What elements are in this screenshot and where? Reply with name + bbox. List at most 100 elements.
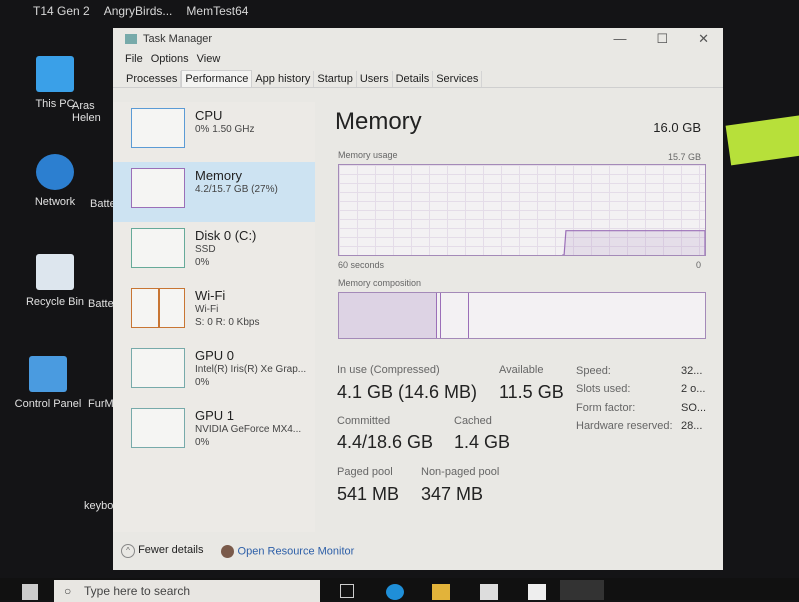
icon-label: Network <box>34 196 76 208</box>
item-detail: NVIDIA GeForce MX4... <box>195 424 302 435</box>
mail-icon[interactable] <box>528 584 546 600</box>
item-detail: 4.2/15.7 GB (27%) <box>195 184 278 195</box>
fewer-details-button[interactable]: ^ Fewer details <box>121 544 203 558</box>
store-icon[interactable] <box>480 584 498 600</box>
window-title: Task Manager <box>143 33 213 45</box>
search-icon: ○ <box>64 584 72 598</box>
tab-app-history[interactable]: App history <box>252 71 315 87</box>
sidebar-item-gpu0[interactable]: GPU 0 Intel(R) Iris(R) Xe Grap... 0% <box>113 342 315 402</box>
desktop-item[interactable]: AngryBirds... <box>104 4 173 18</box>
spec-label: Hardware reserved: <box>576 420 673 432</box>
usage-max: 15.7 GB <box>667 152 701 162</box>
memory-thumbnail <box>131 168 185 208</box>
background-shape <box>725 114 799 166</box>
desktop-item[interactable]: T14 Gen 2 <box>33 4 90 18</box>
item-detail: SSD <box>195 244 216 255</box>
menu-view[interactable]: View <box>197 53 221 65</box>
taskbar: ○ Type here to search <box>0 578 799 602</box>
app-icon <box>125 34 137 44</box>
nonpaged-pool-label: Non-paged pool <box>421 466 500 478</box>
committed-label: Committed <box>337 415 391 427</box>
item-name: GPU 1 <box>195 408 235 423</box>
item-name: Disk 0 (C:) <box>195 228 257 243</box>
icon-label: This PC <box>35 98 75 110</box>
file-explorer-icon[interactable] <box>432 584 450 600</box>
item-name: GPU 0 <box>195 348 235 363</box>
memory-usage-graph <box>338 164 706 256</box>
tab-users[interactable]: Users <box>357 71 393 87</box>
cached-label: Cached <box>454 415 492 427</box>
in-use-value: 4.1 GB (14.6 MB) <box>337 382 478 402</box>
composition-label: Memory composition <box>338 278 422 288</box>
search-placeholder: Type here to search <box>84 584 191 598</box>
menu-options[interactable]: Options <box>151 53 189 65</box>
tab-processes[interactable]: Processes <box>123 71 182 87</box>
disk-thumbnail <box>131 228 185 268</box>
tab-services[interactable]: Services <box>433 71 483 87</box>
paged-pool-label: Paged pool <box>337 466 393 478</box>
open-resource-monitor-link[interactable]: Open Resource Monitor <box>221 544 354 558</box>
item-detail: S: 0 R: 0 Kbps <box>195 317 260 328</box>
icon-label: Recycle Bin <box>25 296 85 308</box>
committed-value: 4.4/18.6 GB <box>337 432 434 452</box>
sidebar-item-disk[interactable]: Disk 0 (C:) SSD 0% <box>113 222 315 282</box>
sidebar-item-memory[interactable]: Memory 4.2/15.7 GB (27%) <box>113 162 315 222</box>
sidebar-item-wifi[interactable]: Wi-Fi Wi-Fi S: 0 R: 0 Kbps <box>113 282 315 342</box>
sidebar-item-gpu1[interactable]: GPU 1 NVIDIA GeForce MX4... 0% <box>113 402 315 462</box>
item-detail: 0% <box>195 377 210 388</box>
desktop-item[interactable]: MemTest64 <box>186 4 248 18</box>
task-view-icon[interactable] <box>340 584 354 598</box>
memory-capacity: 16.0 GB <box>653 120 701 135</box>
item-detail: Intel(R) Iris(R) Xe Grap... <box>195 364 307 375</box>
in-use-segment <box>339 293 437 338</box>
memory-composition-bar <box>338 292 706 339</box>
title-bar: Task Manager — ☐ ✕ <box>113 28 723 50</box>
menu-bar: File Options View <box>113 50 723 68</box>
cpu-thumbnail <box>131 108 185 148</box>
spec-value: SO... <box>681 402 707 414</box>
memory-panel: Memory 16.0 GB Memory usage 15.7 GB 60 s… <box>335 108 715 388</box>
spec-value: 32... <box>681 365 703 377</box>
tab-startup[interactable]: Startup <box>314 71 357 87</box>
in-use-label: In use (Compressed) <box>337 364 440 376</box>
cached-value: 1.4 GB <box>454 432 511 452</box>
control-panel-icon[interactable]: Control Panel <box>3 356 93 410</box>
nonpaged-pool-value: 347 MB <box>421 484 484 504</box>
icon-label: FurM <box>88 398 114 410</box>
usage-label: Memory usage <box>338 150 398 160</box>
desktop-top-row: T14 Gen 2 AngryBirds... MemTest64 <box>33 4 248 18</box>
resource-list: CPU 0% 1.50 GHz Memory 4.2/15.7 GB (27%) D… <box>113 102 315 532</box>
paged-pool-value: 541 MB <box>337 484 400 504</box>
search-box[interactable]: ○ Type here to search <box>54 580 320 602</box>
item-detail: 0% 1.50 GHz <box>195 124 255 135</box>
gpu1-thumbnail <box>131 408 185 448</box>
fewer-details-label: Fewer details <box>138 544 204 556</box>
tab-details[interactable]: Details <box>393 71 434 87</box>
close-button[interactable]: ✕ <box>698 31 709 47</box>
time-axis-right: 0 <box>695 260 701 270</box>
time-axis-left: 60 seconds <box>338 260 385 270</box>
spec-value: 28... <box>681 420 703 432</box>
available-label: Available <box>499 364 544 376</box>
spec-label: Speed: <box>576 365 611 377</box>
usage-line <box>562 230 705 255</box>
tab-performance[interactable]: Performance <box>181 70 253 87</box>
gpu0-thumbnail <box>131 348 185 388</box>
chevron-up-icon: ^ <box>121 544 135 558</box>
sidebar-item-cpu[interactable]: CPU 0% 1.50 GHz <box>113 102 315 162</box>
resource-monitor-icon <box>221 544 235 558</box>
edge-icon[interactable] <box>386 584 404 600</box>
task-manager-taskbar-icon[interactable] <box>560 580 604 600</box>
icon-label: Control Panel <box>14 398 82 410</box>
standby-segment <box>441 293 469 338</box>
network-icon[interactable]: Network <box>10 154 100 208</box>
start-button[interactable] <box>22 584 38 600</box>
wifi-thumbnail <box>131 288 185 328</box>
free-segment <box>469 293 705 338</box>
recycle-bin-icon[interactable]: Recycle Bin <box>10 254 100 308</box>
menu-file[interactable]: File <box>125 53 143 65</box>
maximize-button[interactable]: ☐ <box>656 31 668 47</box>
task-manager-window: Task Manager — ☐ ✕ File Options View Proce… <box>113 28 723 570</box>
desktop-icon[interactable]: keybo <box>84 500 114 512</box>
minimize-button[interactable]: — <box>613 31 626 47</box>
